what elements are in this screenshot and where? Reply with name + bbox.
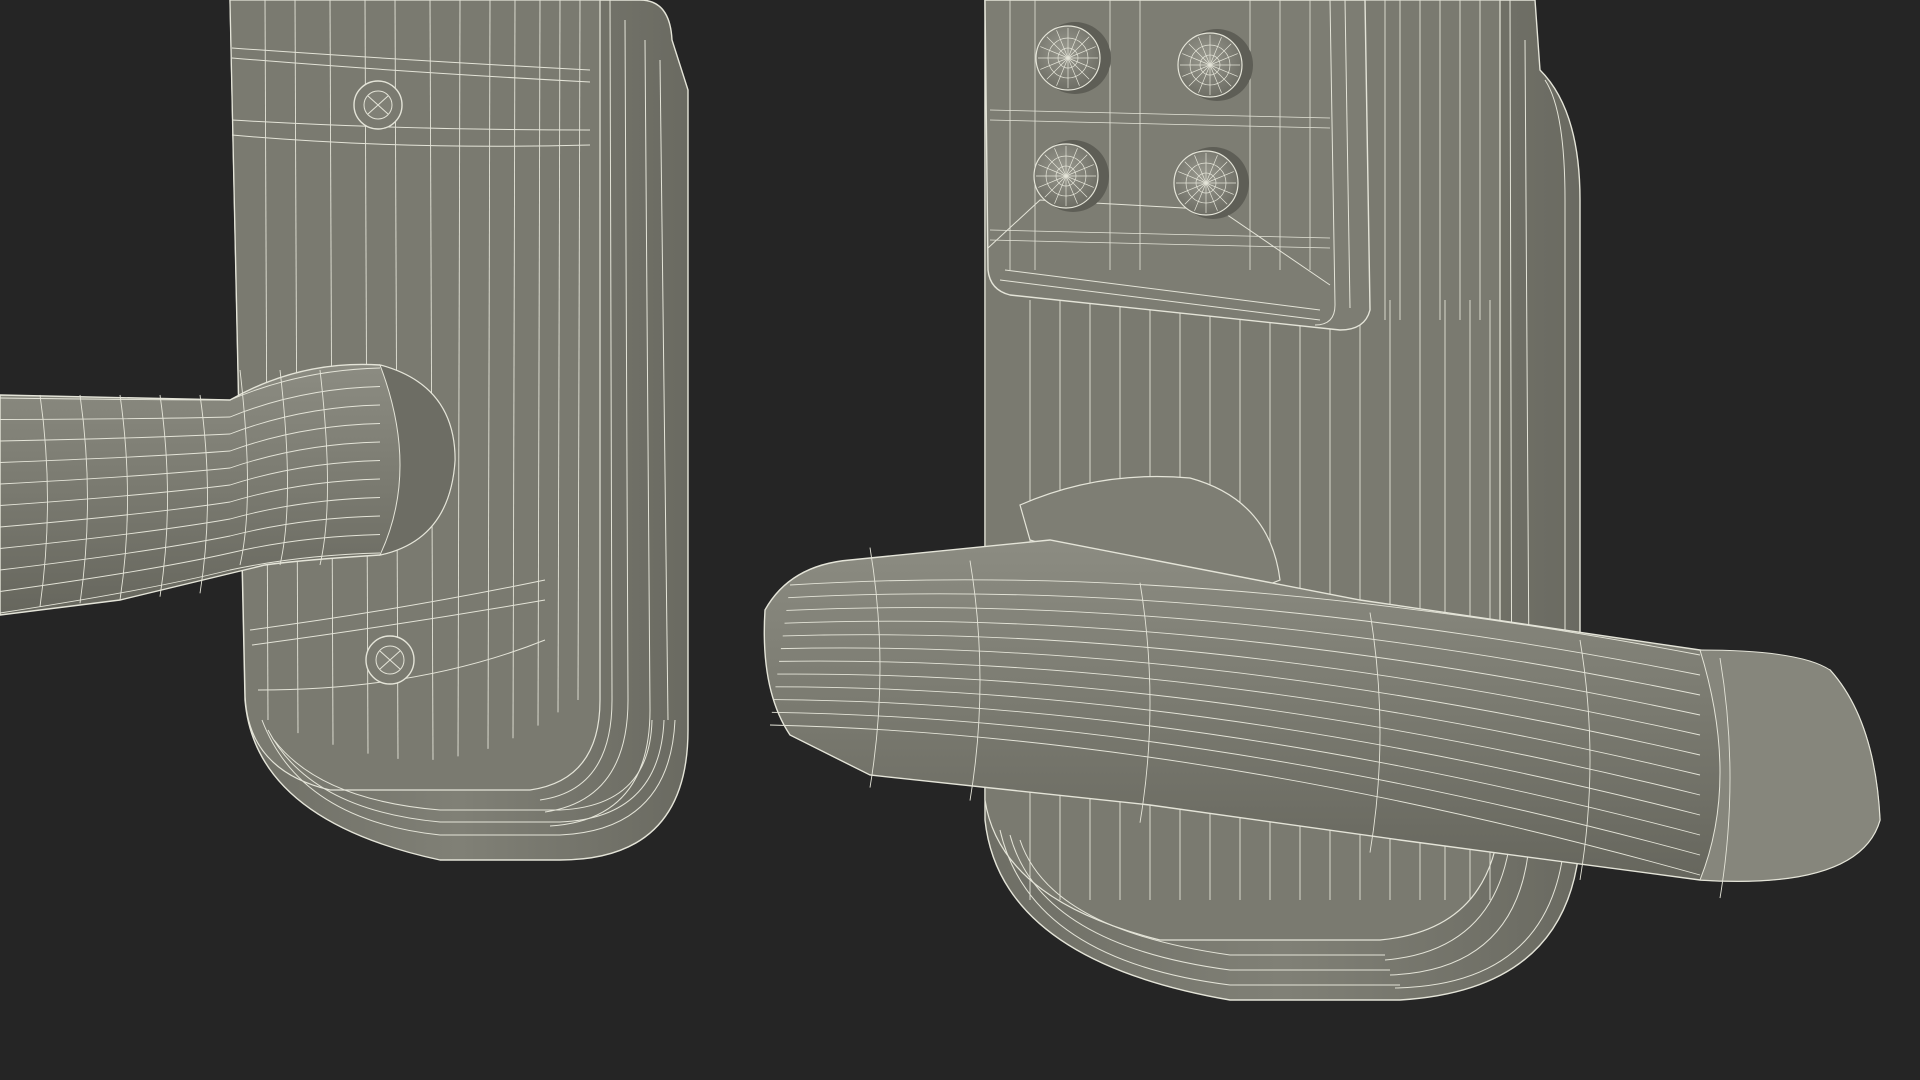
left-lock-upper-screw (353, 80, 403, 130)
wireframe-render-canvas (0, 0, 1920, 1080)
left-lock-lower-screw (365, 635, 415, 685)
